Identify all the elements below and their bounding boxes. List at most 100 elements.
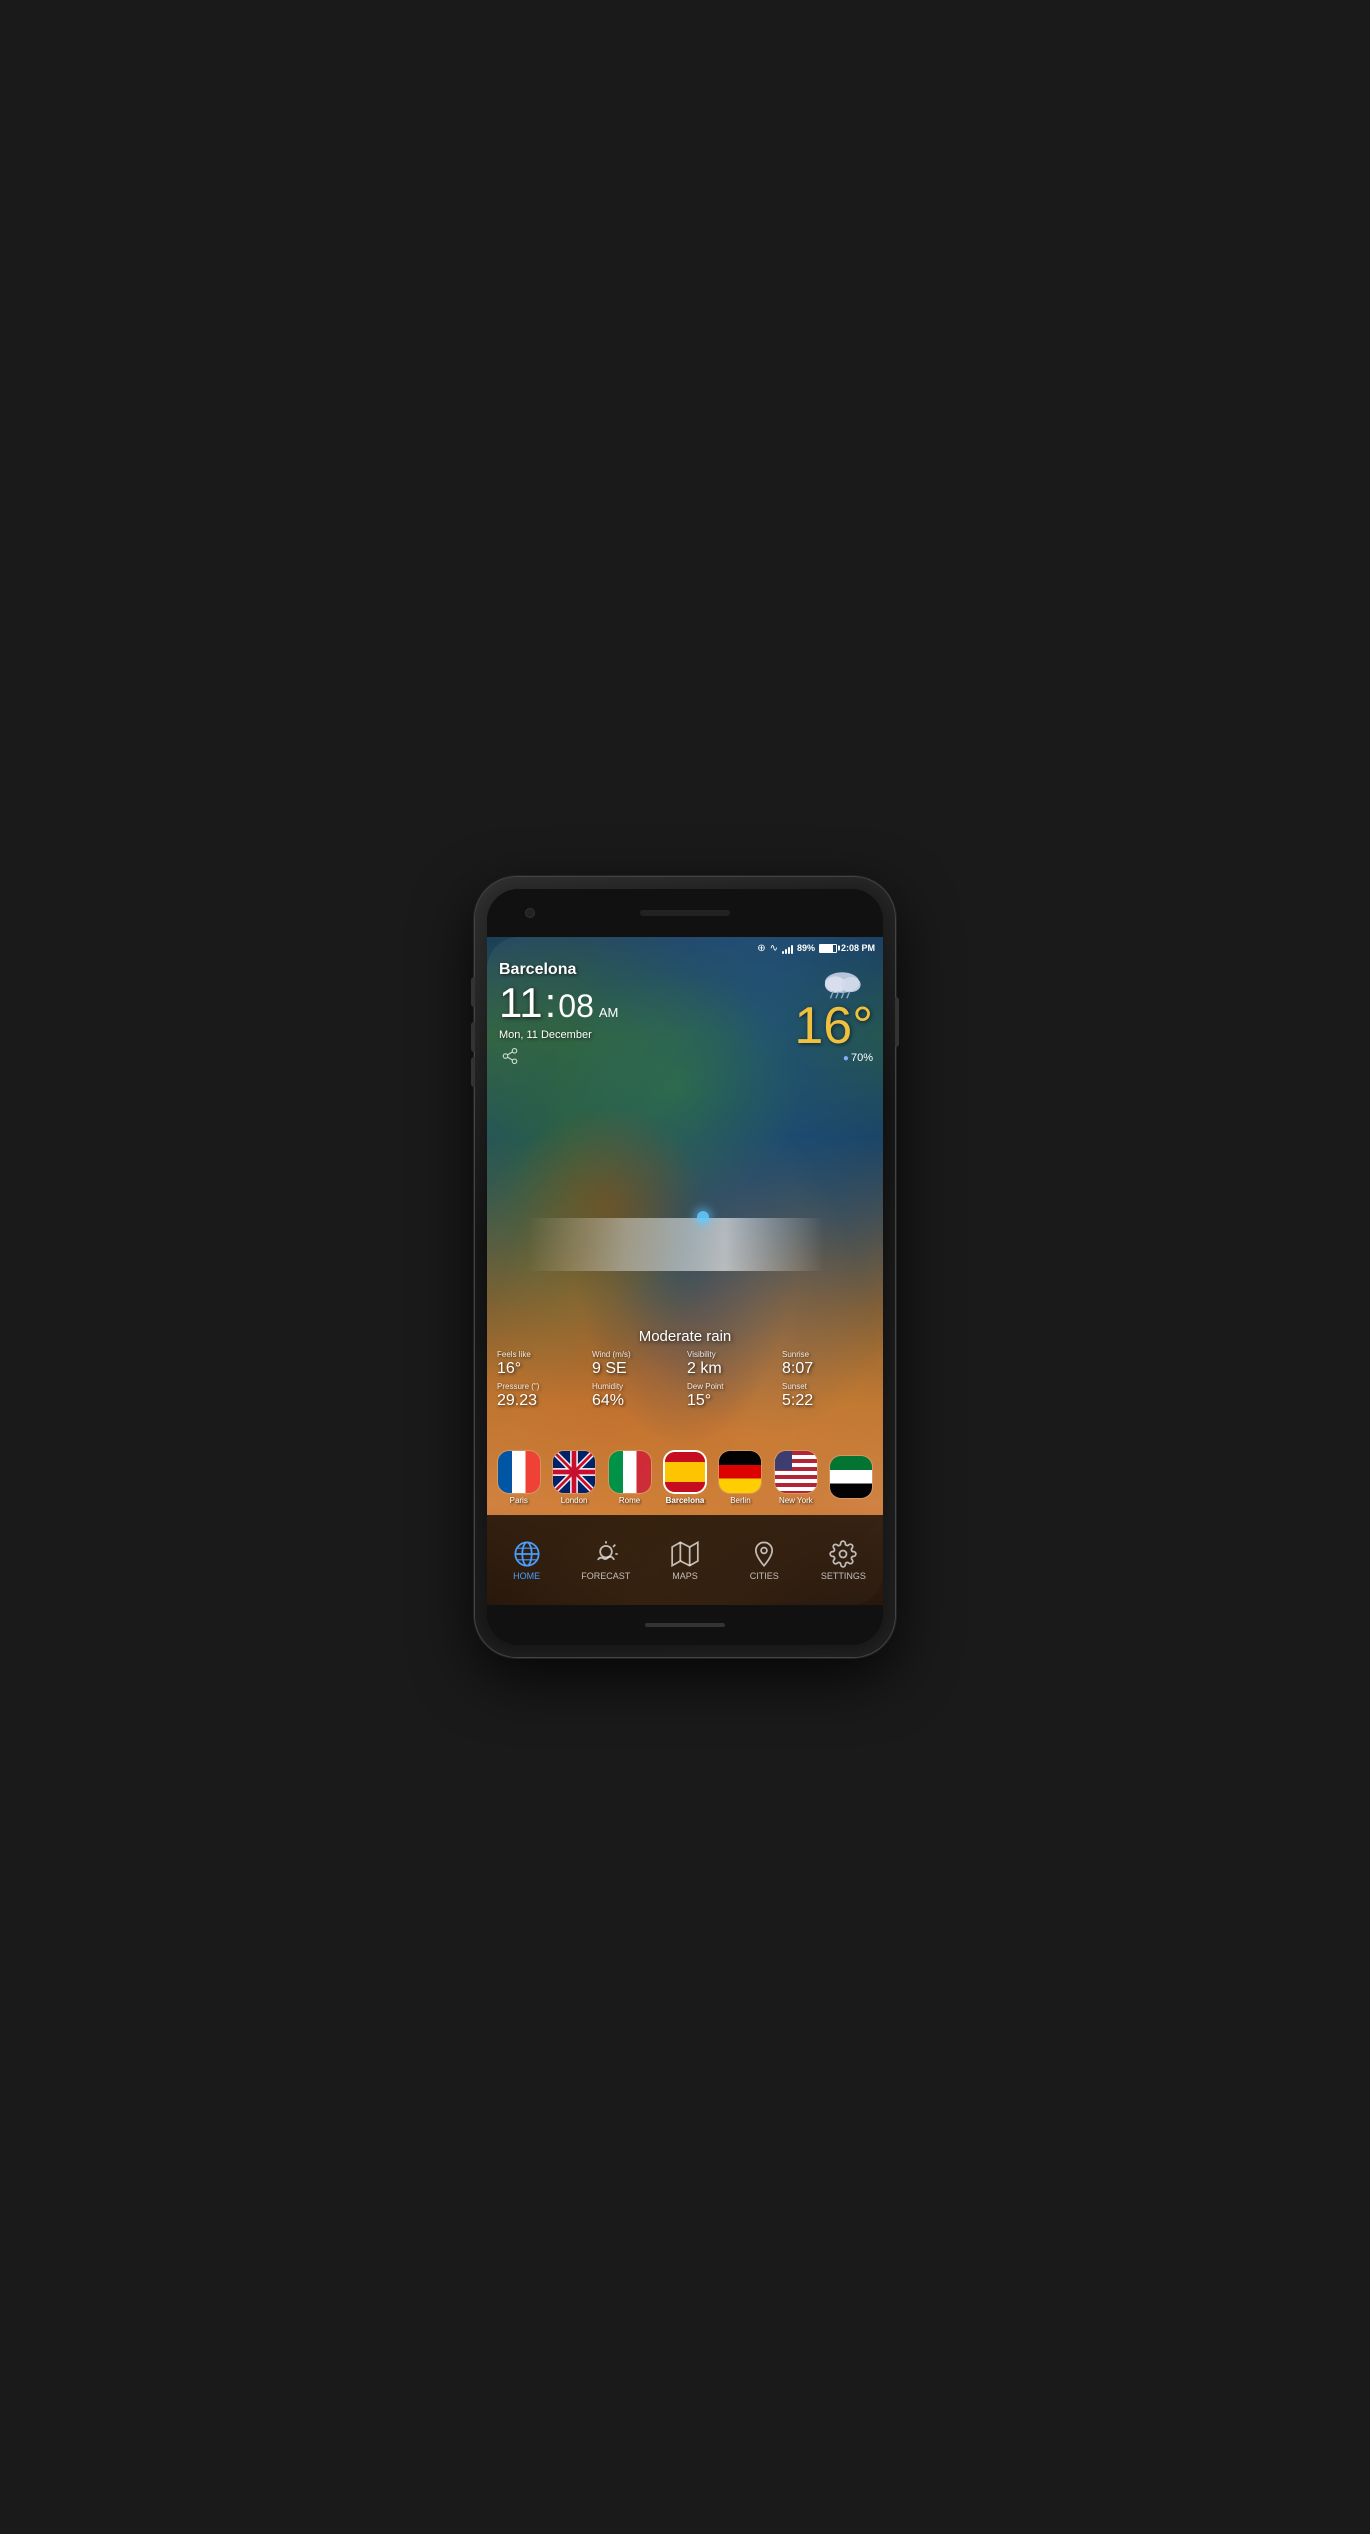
time-display: 11 : 08 AM (499, 979, 618, 1027)
feels-like-label: Feels like (497, 1350, 588, 1359)
city-berlin-label: Berlin (730, 1496, 750, 1505)
time-ampm: AM (599, 1005, 619, 1020)
city-rome[interactable]: Rome (603, 1450, 656, 1505)
humidity-stat-label: Humidity (592, 1382, 683, 1391)
location-dot (697, 1211, 709, 1223)
visibility-stat: Visibility 2 km (687, 1350, 778, 1378)
nav-cities-label: CITIES (750, 1571, 779, 1581)
top-bezel (487, 889, 883, 937)
flag-rome (608, 1450, 652, 1494)
city-barcelona-label: Barcelona (666, 1496, 705, 1505)
visibility-value: 2 km (687, 1359, 778, 1378)
dewpoint-label: Dew Point (687, 1382, 778, 1391)
weather-top-left: Barcelona 11 : 08 AM Mon, 11 December (499, 961, 618, 1041)
nav-maps-label: MAPS (672, 1571, 698, 1581)
sunrise-stat: Sunrise 8:07 (782, 1350, 873, 1378)
wind-value: 9 SE (592, 1359, 683, 1378)
phone-screen: ⊕ ∿ 89% 2:08 PM Barcel (487, 889, 883, 1645)
time-hours: 11 (499, 982, 543, 1024)
time-minutes: 08 (558, 988, 594, 1025)
nav-settings[interactable]: SETTINGS (804, 1540, 883, 1581)
cities-icon (750, 1540, 778, 1568)
wind-stat: Wind (m/s) 9 SE (592, 1350, 683, 1378)
signal-bar-2 (785, 949, 787, 954)
share-icon[interactable] (501, 1047, 519, 1070)
flag-newyork (774, 1450, 818, 1494)
city-london[interactable]: London (547, 1450, 600, 1505)
city-newyork[interactable]: New York (769, 1450, 822, 1505)
feels-like-stat: Feels like 16° (497, 1350, 588, 1378)
temperature-value: 16° (794, 1000, 873, 1052)
flag-london (552, 1450, 596, 1494)
dewpoint-value: 15° (687, 1391, 778, 1410)
city-rome-label: Rome (619, 1496, 640, 1505)
feels-like-value: 16° (497, 1359, 588, 1378)
pressure-label: Pressure (") (497, 1382, 588, 1391)
signal-bar-4 (791, 945, 793, 954)
status-bar: ⊕ ∿ 89% 2:08 PM (487, 937, 883, 959)
flag-extra (829, 1455, 873, 1499)
bottom-bezel (487, 1605, 883, 1645)
camera (525, 908, 535, 918)
snow-overlay (527, 1218, 824, 1271)
time-colon: : (545, 979, 557, 1027)
nav-settings-label: SETTINGS (821, 1571, 866, 1581)
cloud-container (794, 965, 873, 1000)
sunset-stat: Sunset 5:22 (782, 1382, 873, 1410)
date-text: Mon, 11 December (499, 1029, 618, 1041)
settings-icon (829, 1540, 857, 1568)
nav-forecast[interactable]: FORECAST (566, 1540, 645, 1581)
sunrise-value: 8:07 (782, 1359, 873, 1378)
gps-icon: ⊕ (757, 943, 765, 954)
signal-bar-1 (782, 951, 784, 954)
flag-paris (497, 1450, 541, 1494)
cities-row: Paris (487, 1450, 883, 1505)
visibility-label: Visibility (687, 1350, 778, 1359)
humidity-percent: 70% (851, 1052, 873, 1064)
maps-icon (671, 1540, 699, 1568)
sunset-label: Sunset (782, 1382, 873, 1391)
humidity-stat: Humidity 64% (592, 1382, 683, 1410)
nav-home-label: HOME (513, 1571, 540, 1581)
flag-berlin (718, 1450, 762, 1494)
nav-home[interactable]: HOME (487, 1540, 566, 1581)
screen: ⊕ ∿ 89% 2:08 PM Barcel (487, 937, 883, 1605)
weather-stats: Feels like 16° Wind (m/s) 9 SE Visibilit… (497, 1350, 873, 1410)
city-london-label: London (561, 1496, 588, 1505)
battery-percent: 89% (797, 943, 815, 953)
status-time: 2:08 PM (841, 943, 875, 953)
city-paris-label: Paris (510, 1496, 528, 1505)
nav-cities[interactable]: CITIES (725, 1540, 804, 1581)
humidity-stat-value: 64% (592, 1391, 683, 1410)
nav-forecast-label: FORECAST (581, 1571, 630, 1581)
home-globe-icon (513, 1540, 541, 1568)
sunset-value: 5:22 (782, 1391, 873, 1410)
phone-device: ⊕ ∿ 89% 2:08 PM Barcel (475, 877, 895, 1657)
nav-maps[interactable]: MAPS (645, 1540, 724, 1581)
flag-barcelona (663, 1450, 707, 1494)
wind-label: Wind (m/s) (592, 1350, 683, 1359)
sunrise-label: Sunrise (782, 1350, 873, 1359)
pressure-stat: Pressure (") 29.23 (497, 1382, 588, 1410)
weather-top-right: 16° ● 70% (794, 965, 873, 1064)
speaker (640, 910, 730, 916)
forecast-icon (592, 1540, 620, 1568)
status-icons: ⊕ ∿ 89% 2:08 PM (757, 942, 875, 954)
wifi-icon: ∿ (770, 943, 778, 954)
city-extra[interactable] (825, 1455, 878, 1501)
battery-icon (819, 944, 837, 953)
continent-africa (507, 1104, 705, 1304)
dewpoint-stat: Dew Point 15° (687, 1382, 778, 1410)
city-barcelona[interactable]: Barcelona (658, 1450, 711, 1505)
pressure-value: 29.23 (497, 1391, 588, 1410)
bottom-navigation: HOME FORECAST (487, 1515, 883, 1605)
condition-text: Moderate rain (487, 1328, 883, 1345)
cloud-rain-icon (818, 965, 873, 1000)
signal-bars (782, 942, 793, 954)
signal-bar-3 (788, 947, 790, 954)
home-bar (645, 1623, 725, 1627)
city-name: Barcelona (499, 961, 618, 979)
city-paris[interactable]: Paris (492, 1450, 545, 1505)
city-newyork-label: New York (779, 1496, 813, 1505)
city-berlin[interactable]: Berlin (714, 1450, 767, 1505)
